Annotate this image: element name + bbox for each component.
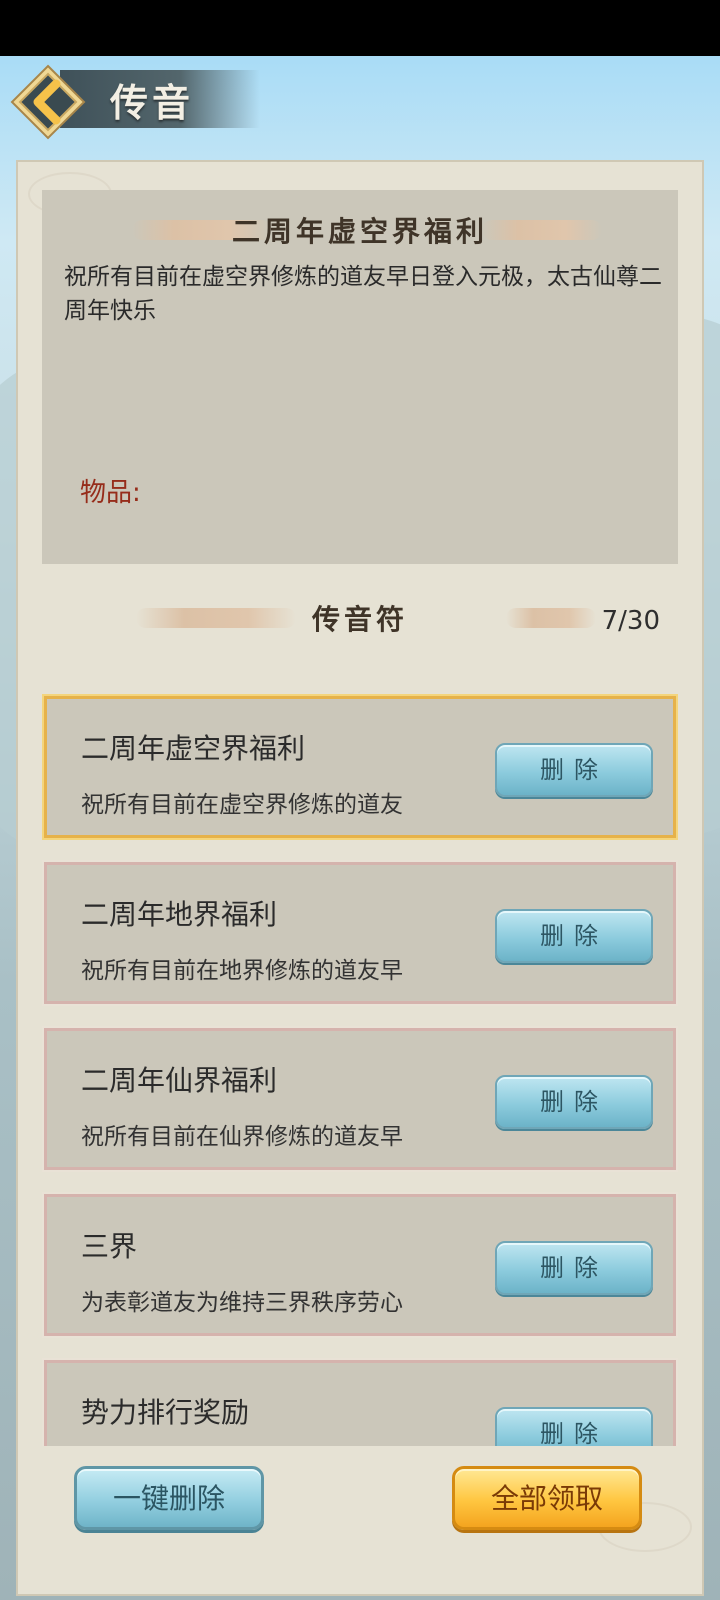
delete-button[interactable]: 删除 — [495, 1075, 653, 1129]
attachments-label: 物品: — [80, 478, 141, 508]
mail-item[interactable]: 二周年地界福利 祝所有目前在地界修炼的道友早 删除 — [42, 860, 678, 1006]
mail-item[interactable]: 三界 为表彰道友为维持三界秩序劳心 删除 — [42, 1192, 678, 1338]
mail-item-title: 二周年仙界福利 — [81, 1064, 278, 1097]
mail-item[interactable]: 二周年虚空界福利 祝所有目前在虚空界修炼的道友 删除 — [42, 694, 678, 840]
mail-item[interactable]: 势力排行奖励 删除 — [42, 1358, 678, 1446]
mail-item-preview: 为表彰道友为维持三界秩序劳心 — [81, 1290, 403, 1316]
mail-detail: 二周年虚空界福利 祝所有目前在虚空界修炼的道友早日登入元极，太古仙尊二周年快乐 … — [42, 190, 678, 564]
mail-item-preview: 祝所有目前在虚空界修炼的道友 — [81, 792, 403, 818]
mail-item-title: 二周年虚空界福利 — [81, 732, 306, 765]
chevron-left-icon — [10, 64, 86, 140]
mail-item-title: 二周年地界福利 — [81, 898, 278, 931]
delete-all-button[interactable]: 一键删除 — [74, 1466, 264, 1530]
mail-item-title: 三界 — [81, 1230, 138, 1263]
mail-item-preview: 祝所有目前在仙界修炼的道友早 — [81, 1124, 403, 1150]
mail-count: 7/30 — [601, 606, 660, 636]
claim-all-button[interactable]: 全部领取 — [452, 1466, 642, 1530]
header-bar: 传音 — [0, 56, 720, 148]
page-title: 传音 — [110, 80, 195, 125]
delete-button[interactable]: 删除 — [495, 743, 653, 797]
detail-body: 祝所有目前在虚空界修炼的道友早日登入元极，太古仙尊二周年快乐 — [64, 264, 662, 324]
mail-item[interactable]: 二周年仙界福利 祝所有目前在仙界修炼的道友早 删除 — [42, 1026, 678, 1172]
back-button[interactable] — [10, 64, 86, 140]
delete-button[interactable]: 删除 — [495, 1241, 653, 1295]
mail-item-preview: 祝所有目前在地界修炼的道友早 — [81, 958, 403, 984]
delete-button[interactable]: 删除 — [495, 1407, 653, 1446]
detail-title: 二周年虚空界福利 — [231, 215, 488, 248]
delete-button[interactable]: 删除 — [495, 909, 653, 963]
mail-item-title: 势力排行奖励 — [81, 1396, 250, 1429]
mail-list[interactable]: 二周年虚空界福利 祝所有目前在虚空界修炼的道友 删除 二周年地界福利 祝所有目前… — [40, 690, 680, 1446]
